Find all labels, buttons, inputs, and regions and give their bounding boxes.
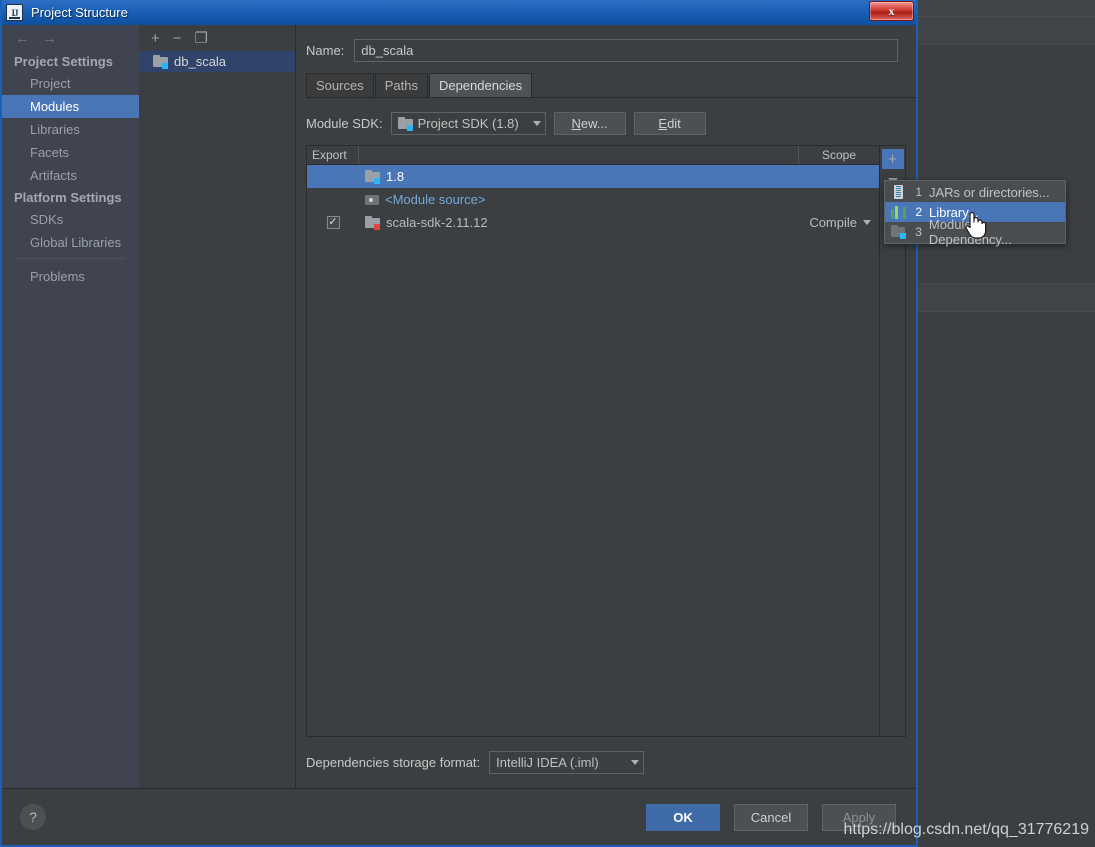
- export-checkbox[interactable]: ✓: [326, 216, 340, 229]
- nav-history-controls: ← →: [2, 25, 139, 51]
- library-folder-icon: [365, 216, 380, 230]
- dependency-name-cell: <Module source>: [359, 192, 784, 207]
- tab-sources[interactable]: Sources: [306, 73, 374, 97]
- module-sdk-select[interactable]: Project SDK (1.8): [390, 112, 546, 135]
- arrow-left-icon[interactable]: ←: [15, 30, 30, 47]
- column-header-export[interactable]: Export: [307, 146, 359, 164]
- scope-value: Compile: [809, 215, 857, 230]
- menu-item-number: 2: [915, 205, 922, 219]
- table-row[interactable]: <Module source>: [307, 188, 879, 211]
- column-header-scope[interactable]: Scope: [799, 146, 879, 164]
- settings-navigation-panel: ← → Project Settings Project Modules Lib…: [2, 25, 139, 788]
- scope-cell[interactable]: Compile: [784, 215, 879, 230]
- close-icon[interactable]: x: [869, 1, 914, 21]
- dependency-name-cell: 1.8: [359, 169, 784, 184]
- jar-icon: [891, 185, 906, 199]
- sidebar-item-problems[interactable]: Problems: [2, 265, 139, 288]
- sidebar-item-artifacts[interactable]: Artifacts: [2, 164, 139, 187]
- dialog-body: ← → Project Settings Project Modules Lib…: [2, 25, 916, 788]
- module-editor-panel: Name: Sources Paths Dependencies Module …: [296, 25, 916, 788]
- edit-sdk-button[interactable]: Edit: [633, 112, 706, 135]
- ok-button[interactable]: OK: [646, 803, 720, 831]
- dependency-name-label: <Module source>: [385, 192, 486, 207]
- chevron-down-icon: [532, 121, 541, 126]
- menu-item-label: JARs or directories...: [929, 184, 1050, 200]
- arrow-right-icon[interactable]: →: [42, 30, 57, 47]
- dialog-footer: ? OK Cancel Apply: [2, 788, 916, 845]
- dependencies-table-header: Export Scope: [307, 146, 879, 165]
- sidebar-item-global-libraries[interactable]: Global Libraries: [2, 231, 139, 254]
- module-sdk-label: Module SDK:: [306, 116, 383, 131]
- module-list-panel: + − ❐ db_scala: [139, 25, 296, 788]
- dependencies-storage-row: Dependencies storage format: IntelliJ ID…: [296, 737, 916, 788]
- module-name-label: Name:: [306, 43, 345, 58]
- dependencies-area: Export Scope 1.8 <Module source> ✓ scala…: [306, 145, 906, 737]
- module-name-row: Name:: [296, 25, 916, 62]
- export-cell[interactable]: ✓: [307, 216, 359, 229]
- menu-item-number: 3: [915, 225, 922, 239]
- edit-sdk-button-mnemonic: E: [658, 116, 668, 131]
- sidebar-item-facets[interactable]: Facets: [2, 141, 139, 164]
- storage-format-value: IntelliJ IDEA (.iml): [496, 755, 599, 770]
- dialog-title: Project Structure: [31, 5, 128, 20]
- remove-module-icon[interactable]: −: [173, 31, 182, 46]
- new-sdk-button-rest: ew...: [580, 116, 608, 131]
- module-source-icon: [365, 194, 379, 206]
- column-header-name[interactable]: [359, 146, 799, 164]
- sdk-folder-icon: [397, 117, 413, 131]
- menu-item-number: 1: [915, 185, 922, 199]
- dependency-name-cell: scala-sdk-2.11.12: [359, 215, 784, 230]
- dependency-name-label: scala-sdk-2.11.12: [386, 215, 488, 230]
- tab-dependencies[interactable]: Dependencies: [428, 73, 533, 97]
- edit-sdk-button-rest: dit: [667, 116, 681, 131]
- menu-item-jars-or-directories[interactable]: 1 JARs or directories...: [885, 182, 1065, 202]
- tab-paths[interactable]: Paths: [374, 73, 428, 97]
- add-dependency-popup-menu: 1 JARs or directories... 2 Library... 3 …: [884, 180, 1066, 247]
- module-name-input[interactable]: [354, 39, 898, 62]
- sidebar-item-project[interactable]: Project: [2, 72, 139, 95]
- chevron-down-icon: [631, 760, 640, 765]
- storage-format-label: Dependencies storage format:: [306, 755, 481, 770]
- module-editor-tabs: Sources Paths Dependencies: [306, 73, 916, 98]
- help-button[interactable]: ?: [20, 804, 46, 830]
- table-row[interactable]: ✓ scala-sdk-2.11.12 Compile: [307, 211, 879, 234]
- module-dependency-icon: [891, 225, 906, 239]
- project-structure-dialog: IJ Project Structure x ← → Project Setti…: [0, 0, 918, 847]
- module-list: db_scala: [139, 51, 295, 788]
- nav-group-project-settings: Project Settings: [14, 54, 113, 69]
- menu-item-module-dependency[interactable]: 3 Module Dependency...: [885, 217, 1065, 247]
- dialog-title-bar[interactable]: IJ Project Structure x: [2, 0, 916, 25]
- nav-divider: [16, 258, 125, 259]
- copy-module-icon[interactable]: ❐: [195, 31, 208, 46]
- sidebar-item-libraries[interactable]: Libraries: [2, 118, 139, 141]
- dependency-name-label: 1.8: [386, 169, 405, 184]
- intellij-idea-icon: IJ: [6, 4, 23, 21]
- add-module-icon[interactable]: +: [151, 31, 160, 46]
- module-list-item-db-scala[interactable]: db_scala: [139, 51, 295, 72]
- new-sdk-button[interactable]: New...: [553, 112, 626, 135]
- sidebar-item-sdks[interactable]: SDKs: [2, 208, 139, 231]
- cancel-button[interactable]: Cancel: [734, 803, 808, 831]
- dependencies-table-body: 1.8 <Module source> ✓ scala-sdk-2.11.12 …: [307, 165, 879, 736]
- module-folder-icon: [153, 55, 168, 69]
- sidebar-item-modules[interactable]: Modules: [2, 95, 139, 118]
- table-row[interactable]: 1.8: [307, 165, 879, 188]
- module-sdk-row: Module SDK: Project SDK (1.8) New... Edi…: [296, 98, 916, 135]
- nav-group-platform-settings: Platform Settings: [14, 190, 122, 205]
- chevron-down-icon: [863, 220, 871, 225]
- module-sdk-value: Project SDK (1.8): [417, 116, 519, 131]
- library-icon: [891, 205, 906, 219]
- menu-item-label: Module Dependency...: [928, 217, 1012, 247]
- new-sdk-button-mnemonic: N: [571, 116, 581, 131]
- add-dependency-button[interactable]: +: [881, 149, 904, 169]
- module-list-item-label: db_scala: [174, 54, 227, 69]
- storage-format-select[interactable]: IntelliJ IDEA (.iml): [489, 751, 645, 774]
- jdk-folder-icon: [365, 170, 380, 184]
- module-list-toolbar: + − ❐: [139, 25, 295, 51]
- dependencies-table: Export Scope 1.8 <Module source> ✓ scala…: [306, 145, 880, 737]
- watermark-text: https://blog.csdn.net/qq_31776219: [843, 821, 1089, 838]
